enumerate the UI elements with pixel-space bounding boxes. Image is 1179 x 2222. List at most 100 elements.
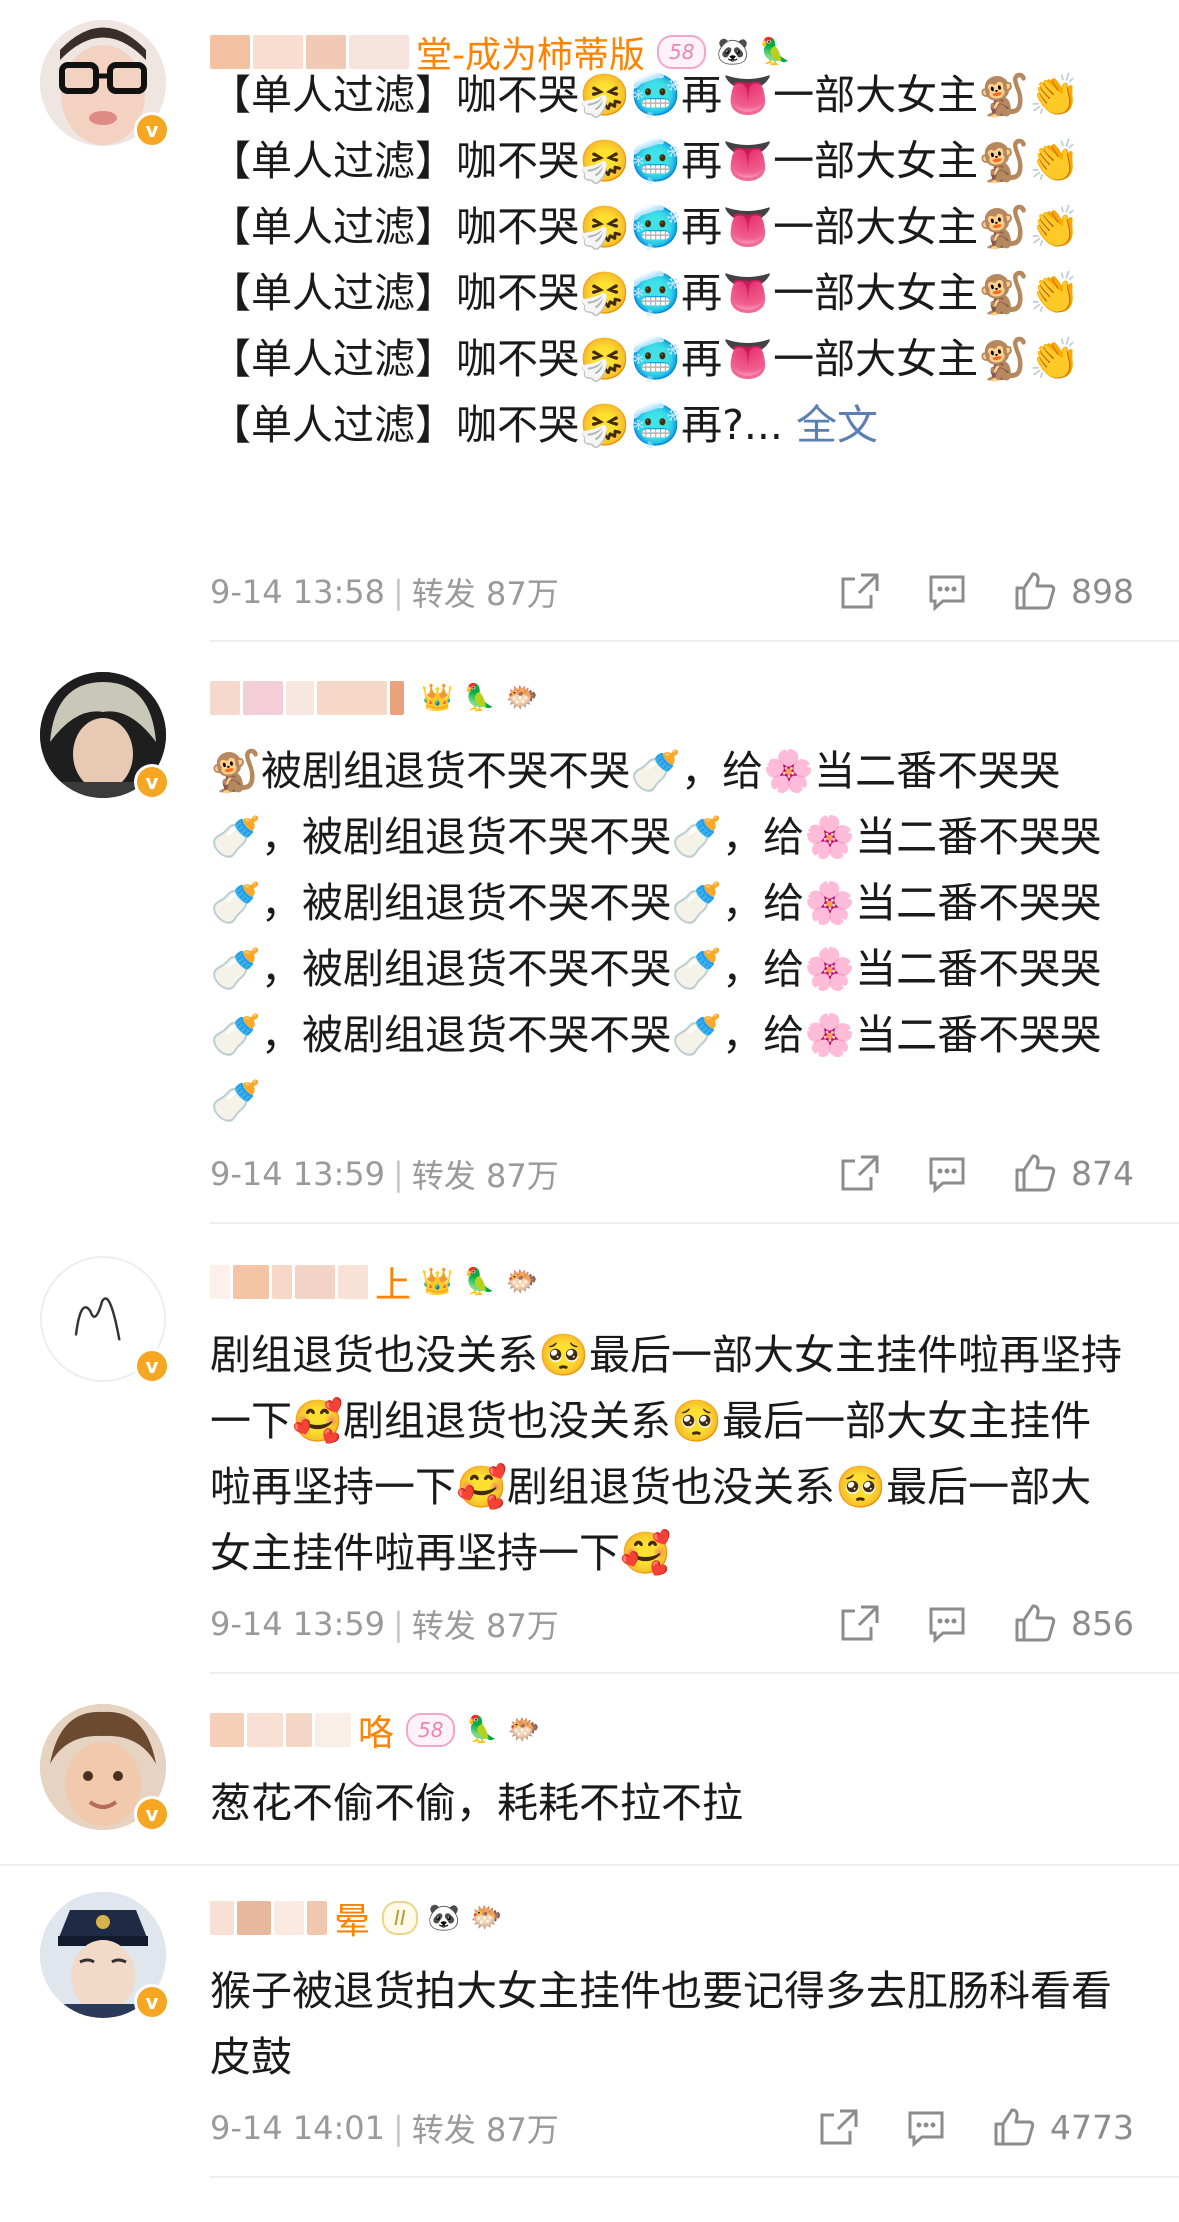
- like-icon: [1015, 1604, 1056, 1642]
- comment-body: 剧组退货也没关系🥺最后一部大女主挂件啦再坚持一下🥰剧组退货也没关系🥺最后一部大女…: [210, 1331, 1123, 1577]
- blurred-name: [286, 1713, 312, 1747]
- repost-count[interactable]: 转发 87万: [412, 1601, 559, 1647]
- comment-meta: 9-14 13:58 | 转发 87万: [210, 569, 559, 615]
- username-row[interactable]: 上 👑 🦜 🐡: [210, 1258, 538, 1306]
- comment-text: 【单人过滤】咖不哭🤧🥶再👅一部大女主🐒👏【单人过滤】咖不哭🤧🥶再👅一部大女主🐒👏…: [210, 62, 1130, 458]
- share-button[interactable]: [837, 1153, 881, 1193]
- comment-meta: 9-14 13:59 | 转发 87万: [210, 1151, 559, 1197]
- like-button[interactable]: 856: [1013, 1602, 1134, 1644]
- timestamp: 9-14 13:58: [210, 573, 386, 611]
- level-badge: II: [382, 1901, 418, 1935]
- blurred-name: [210, 1265, 230, 1299]
- verified-v-icon: v: [134, 112, 170, 148]
- comment-icon: [929, 575, 965, 611]
- divider: [210, 2176, 1179, 2178]
- blurred-name: [315, 1713, 351, 1747]
- blurred-name: [210, 1713, 244, 1747]
- username-row[interactable]: 晕 II 🐼 🐡: [210, 1894, 503, 1942]
- like-button[interactable]: 4773: [992, 2106, 1134, 2148]
- blurred-name: [307, 1901, 327, 1935]
- read-more-link[interactable]: 全文: [796, 401, 878, 449]
- mascot-icon: 🦜: [463, 683, 496, 713]
- avatar[interactable]: v: [40, 1892, 170, 2020]
- comment-text: 🐒被剧组退货不哭不哭🍼，给🌸当二番不哭哭🍼，被剧组退货不哭不哭🍼，给🌸当二番不哭…: [210, 738, 1130, 1134]
- avatar[interactable]: v: [40, 1256, 170, 1384]
- meta-separator: |: [393, 2109, 404, 2147]
- comment-body: 猴子被退货拍大女主挂件也要记得多去肛肠科看看皮鼓: [210, 1967, 1112, 2081]
- comment-body: 葱花不偷不偷，耗耗不拉不拉: [210, 1779, 743, 1827]
- pufferfish-icon: 🐡: [507, 1715, 541, 1745]
- comment-body: 【单人过滤】咖不哭🤧🥶再👅一部大女主🐒👏【单人过滤】咖不哭🤧🥶再👅一部大女主🐒👏…: [210, 71, 1081, 449]
- comment-text: 葱花不偷不偷，耗耗不拉不拉: [210, 1770, 1130, 1836]
- share-button[interactable]: [837, 1603, 881, 1643]
- blurred-name: [286, 681, 314, 715]
- comment-text: 剧组退货也没关系🥺最后一部大女主挂件啦再坚持一下🥰剧组退货也没关系🥺最后一部大女…: [210, 1322, 1130, 1586]
- comment-button[interactable]: [904, 2107, 948, 2147]
- share-button[interactable]: [837, 571, 881, 611]
- fan-badge: 58: [406, 1713, 456, 1747]
- username[interactable]: 上: [375, 1256, 411, 1308]
- avatar[interactable]: v: [40, 672, 170, 800]
- action-bar: 4773: [772, 2104, 1134, 2150]
- mascot-icon: 🦜: [463, 1267, 496, 1297]
- action-bar: 898: [793, 568, 1134, 614]
- blurred-name: [243, 681, 283, 715]
- comment-icon: [929, 1157, 965, 1193]
- action-bar: 874: [793, 1150, 1134, 1196]
- pufferfish-icon: 🐡: [470, 1903, 503, 1933]
- pufferfish-icon: 🐡: [505, 683, 539, 713]
- crown-badge-icon: 👑: [421, 1267, 454, 1297]
- share-icon: [841, 1605, 879, 1641]
- like-icon: [1015, 572, 1056, 610]
- timestamp: 9-14 13:59: [210, 1605, 386, 1643]
- like-count: 4773: [1050, 2107, 1134, 2147]
- divider: [210, 640, 1179, 642]
- like-icon: [1015, 1154, 1056, 1192]
- avatar[interactable]: v: [40, 1704, 170, 1832]
- comment-meta: 9-14 14:01 | 转发 87万: [210, 2105, 559, 2151]
- like-button[interactable]: 874: [1013, 1152, 1134, 1194]
- share-icon: [841, 573, 879, 609]
- comment-button[interactable]: [925, 1603, 969, 1643]
- blurred-name: [317, 681, 387, 715]
- blurred-name: [338, 1265, 368, 1299]
- mascot-icon: 🦜: [465, 1715, 498, 1745]
- blurred-name: [390, 681, 404, 715]
- repost-count[interactable]: 转发 87万: [412, 569, 559, 615]
- blurred-name: [295, 1265, 335, 1299]
- repost-count[interactable]: 转发 87万: [412, 1151, 559, 1197]
- blurred-name: [247, 1713, 283, 1747]
- blurred-name: [233, 1265, 269, 1299]
- share-icon: [820, 2109, 858, 2145]
- like-count: 856: [1071, 1603, 1134, 1643]
- like-count: 874: [1071, 1153, 1134, 1193]
- blurred-name: [210, 681, 240, 715]
- username[interactable]: 晕: [334, 1892, 370, 1944]
- comment-text: 猴子被退货拍大女主挂件也要记得多去肛肠科看看皮鼓: [210, 1958, 1130, 2090]
- pufferfish-icon: 🐡: [505, 1267, 539, 1297]
- username-row[interactable]: 👑 🦜 🐡: [210, 674, 538, 722]
- action-bar: 856: [793, 1600, 1134, 1646]
- verified-v-icon: v: [134, 1348, 170, 1384]
- divider: [210, 1222, 1179, 1224]
- share-icon: [841, 1155, 879, 1191]
- share-button[interactable]: [816, 2107, 860, 2147]
- panda-icon: 🐼: [427, 1903, 461, 1933]
- blurred-name: [274, 1901, 304, 1935]
- repost-count[interactable]: 转发 87万: [412, 2105, 559, 2151]
- crown-badge-icon: 👑: [421, 683, 454, 713]
- username-row[interactable]: 咯 58 🦜 🐡: [210, 1706, 540, 1754]
- divider: [210, 1672, 1179, 1674]
- like-button[interactable]: 898: [1013, 570, 1134, 612]
- blurred-name: [272, 1265, 292, 1299]
- avatar[interactable]: v: [40, 20, 170, 148]
- username[interactable]: 咯: [358, 1704, 394, 1756]
- verified-v-icon: v: [134, 1796, 170, 1832]
- meta-separator: |: [393, 1605, 404, 1643]
- comment-button[interactable]: [925, 1153, 969, 1193]
- like-count: 898: [1071, 571, 1134, 611]
- comment-meta: 9-14 13:59 | 转发 87万: [210, 1601, 559, 1647]
- meta-separator: |: [393, 1155, 404, 1193]
- timestamp: 9-14 13:59: [210, 1155, 386, 1193]
- comment-button[interactable]: [925, 571, 969, 611]
